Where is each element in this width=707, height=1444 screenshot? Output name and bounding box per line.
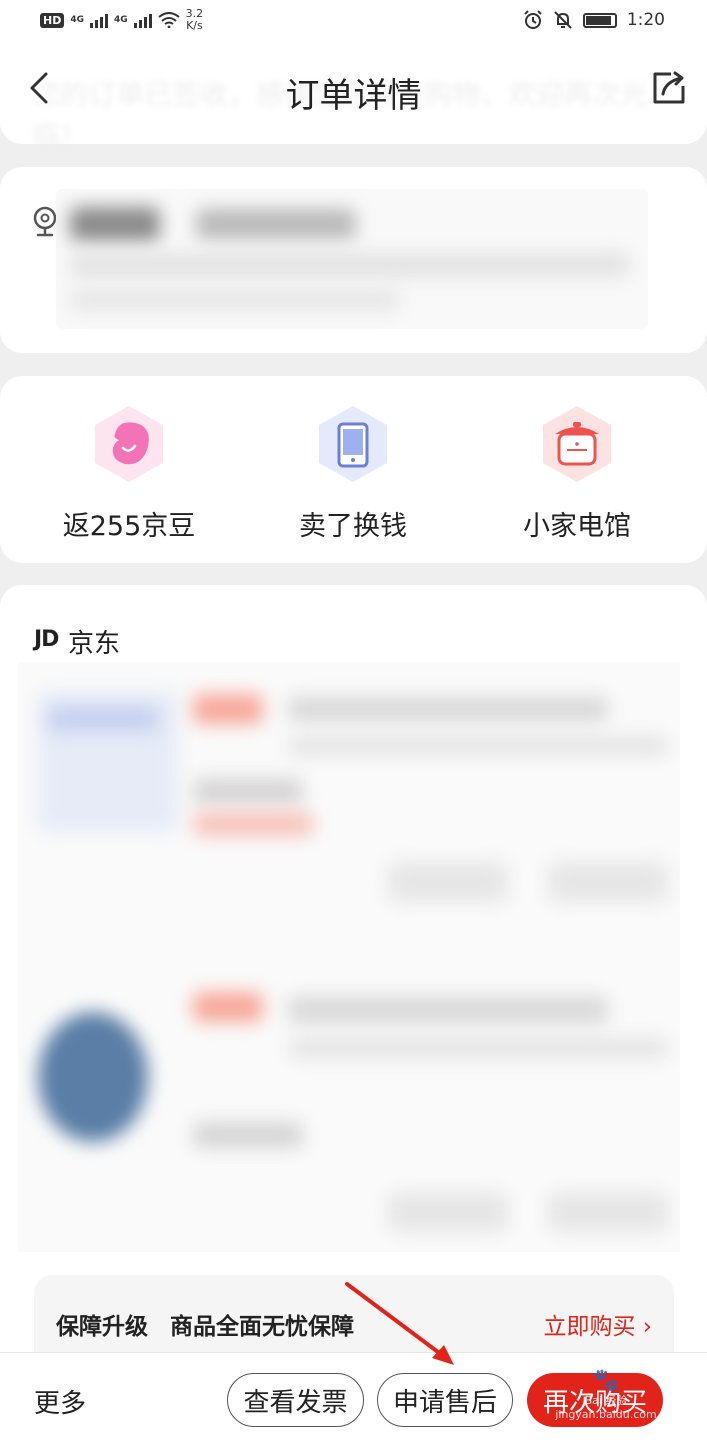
share-icon[interactable] [649,68,689,108]
tablet-icon [319,406,387,482]
product-list-blurred [18,662,680,1252]
network-4g-label: 4G [70,15,84,25]
product-2-image-blur [38,1012,148,1142]
protection-subtitle: 商品全面无忧保障 [170,1314,354,1340]
status-time: 1:20 [626,10,665,30]
jd-logo: JD [34,627,59,652]
address-line2-blur [70,289,400,311]
perk-jingdou[interactable]: 返255京豆 [29,404,229,543]
battery-icon [582,12,617,28]
perk-appliance-label: 小家电馆 [523,511,631,542]
order-items-card: JD 京东 [0,585,707,1385]
wifi-icon [158,12,180,28]
signal-icon-2 [133,12,152,28]
product-1-spec-blur [193,778,303,804]
product-1-tag-blur [193,694,263,724]
product-2-title-blur [288,996,608,1024]
paw-icon: 🐾 [592,1368,620,1393]
shop-name[interactable]: 京东 [68,623,120,660]
baidu-jingyan-watermark: 🐾 Bai 经验 jingyan.baidu.com [536,1368,676,1422]
location-pin-icon [33,206,57,237]
rice-cooker-icon [543,406,611,482]
address-blurred-area [56,189,648,329]
address-line-blur [70,253,630,277]
watermark-line2: jingyan.baidu.com [555,1408,657,1421]
hd-badge: HD [40,12,65,28]
protection-title: 保障升级 [56,1314,148,1340]
speed-unit: K/s [186,19,203,32]
product-1-title2-blur [288,736,668,756]
alarm-icon [524,10,542,29]
watermark-line1: Bai 经验 [584,1394,628,1407]
apply-after-sale-button[interactable]: 申请售后 [377,1373,513,1427]
status-left: HD 4G 4G 3.2 K/s [40,8,203,32]
perk-sell-label: 卖了换钱 [299,511,407,542]
header: 您的订单已签收，感谢您在京东购物，欢迎再次光临！ 订单详情 [0,44,707,153]
buy-now-link[interactable]: 立即购买 › [543,1307,652,1341]
view-invoice-button[interactable]: 查看发票 [227,1373,364,1427]
product-2-btn2-blur [548,1192,668,1232]
signal-icon [90,12,108,28]
product-2-tag-blur [193,992,263,1022]
perks-card: 返255京豆 卖了换钱 小家电馆 [0,376,707,563]
product-2-spec-blur [193,1122,303,1148]
product-2-title2-blur [288,1038,668,1058]
mute-bell-icon [554,11,572,29]
product-1-btn1-blur [388,862,508,902]
product-1-image-detail-blur [48,707,158,731]
page-title: 订单详情 [285,76,422,116]
network-speed: 3.2 K/s [186,8,204,32]
product-2-btn1-blur [388,1192,508,1232]
more-button[interactable]: 更多 [34,1383,86,1420]
perk-jingdou-label: 返255京豆 [62,511,196,542]
perk-sell[interactable]: 卖了换钱 [253,404,453,543]
address-name-blur [70,207,160,241]
status-right: 1:20 [523,10,665,30]
product-1-price-blur [193,812,313,836]
network-4g-label-2: 4G [114,15,128,25]
status-bar: HD 4G 4G 3.2 K/s 1:20 [0,0,707,44]
product-1-title-blur [288,696,608,722]
address-card[interactable] [0,167,707,353]
address-phone-blur [196,209,356,239]
product-1-btn2-blur [548,862,668,902]
perk-appliance[interactable]: 小家电馆 [477,404,677,543]
bean-icon [95,406,163,482]
